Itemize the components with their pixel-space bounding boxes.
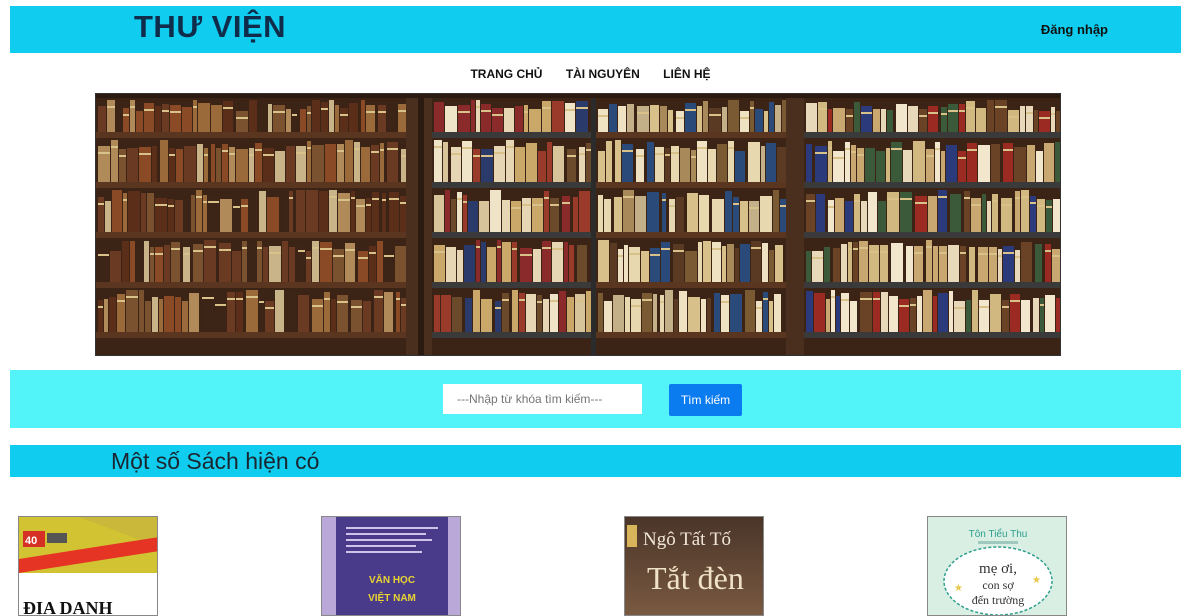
section-title: Một số Sách hiện có [111, 448, 320, 474]
search-band: Tìm kiếm [10, 370, 1181, 428]
book-3-cover-title: Tắt đèn [647, 560, 744, 596]
header-bar: THƯ VIỆN Đăng nhập [10, 6, 1181, 53]
book-card-2[interactable]: VĂN HỌC VIỆT NAM [321, 516, 461, 616]
nav-item-home[interactable]: TRANG CHỦ [470, 67, 542, 81]
book-card-4[interactable]: Tôn Tiểu Thu mẹ ơi, con sợ đến trường ★ … [927, 516, 1067, 616]
book-3-author: Ngô Tất Tố [643, 529, 731, 550]
book-4-author: Tôn Tiểu Thu [969, 528, 1028, 540]
nav-item-resources[interactable]: TÀI NGUYÊN [566, 67, 640, 81]
library-banner-image [95, 93, 1061, 356]
main-nav: TRANG CHỦ TÀI NGUYÊN LIÊN HỆ [0, 67, 1181, 81]
login-link[interactable]: Đăng nhập [1041, 22, 1108, 37]
book-4-cover-line3: đến trường [972, 593, 1025, 607]
book-2-cover-line1: VĂN HỌC [369, 573, 415, 586]
svg-text:★: ★ [954, 583, 963, 594]
book-1-cover-title: ĐỊA DANH [23, 598, 113, 616]
nav-item-contact[interactable]: LIÊN HỆ [663, 67, 710, 81]
book-card-3[interactable]: Ngô Tất Tố Tắt đèn [624, 516, 764, 616]
book-2-cover-line2: VIỆT NAM [368, 591, 416, 604]
book-1-badge: 40 [25, 535, 37, 547]
book-4-cover-line2: con sợ [982, 578, 1014, 592]
book-4-cover-line1: mẹ ơi, [979, 561, 1017, 577]
search-input[interactable] [443, 384, 642, 414]
section-header: Một số Sách hiện có [10, 445, 1181, 477]
svg-text:★: ★ [1032, 575, 1041, 586]
book-card-1[interactable]: 40 ĐỊA DANH [18, 516, 158, 616]
site-logo[interactable]: THƯ VIỆN [134, 9, 286, 45]
search-button[interactable]: Tìm kiếm [669, 384, 742, 416]
